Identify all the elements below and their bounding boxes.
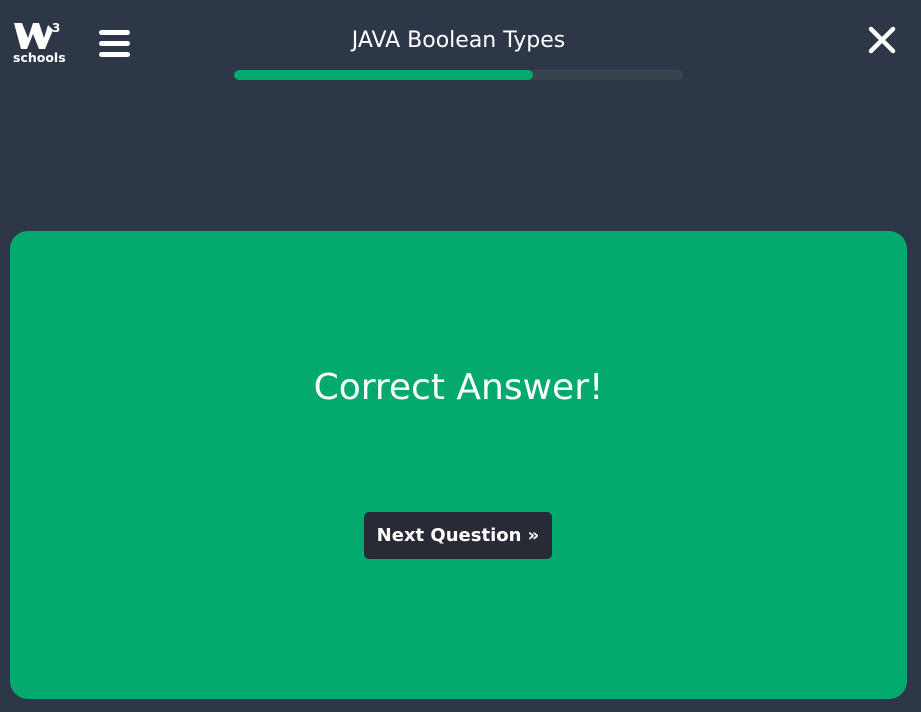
quiz-page: 3 schools JAVA Boolean Types Correct Ans…	[0, 0, 921, 712]
close-icon[interactable]	[866, 24, 898, 56]
logo-text: schools	[13, 50, 66, 65]
result-card: Correct Answer! Next Question »	[10, 231, 907, 699]
w3schools-logo-icon: 3	[14, 21, 60, 49]
hamburger-menu-icon[interactable]	[99, 30, 130, 58]
result-message: Correct Answer!	[313, 367, 604, 408]
page-title: JAVA Boolean Types	[351, 28, 566, 53]
logo-superscript: 3	[52, 21, 60, 35]
close-icon-graphic	[868, 26, 896, 54]
w3schools-logo[interactable]: 3 schools	[13, 20, 66, 68]
quiz-progress-fill	[234, 70, 533, 80]
quiz-progress-bar	[234, 70, 683, 80]
next-question-button[interactable]: Next Question »	[364, 512, 552, 559]
